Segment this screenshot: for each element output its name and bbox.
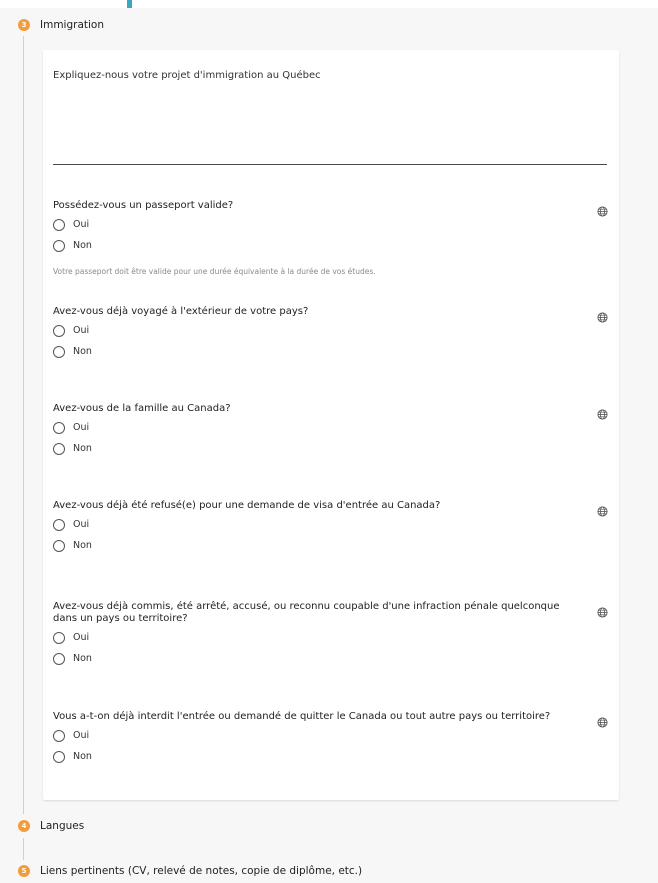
question-text: Vous a-t-on déjà interdit l'entrée ou de… <box>53 711 551 722</box>
radio-button[interactable] <box>53 239 65 252</box>
step-label: Liens pertinents (CV, relevé de notes, c… <box>40 865 363 877</box>
option-label: Oui <box>73 730 90 741</box>
radio-button[interactable] <box>53 218 65 231</box>
radio-button[interactable] <box>53 324 65 337</box>
option-yes[interactable]: Oui <box>53 515 608 534</box>
option-no[interactable]: Non <box>53 747 608 766</box>
step-immigration[interactable]: 3 Immigration <box>18 17 104 33</box>
question-text: Possédez-vous un passeport valide? <box>53 200 234 211</box>
question-text: Avez-vous déjà été refusé(e) pour une de… <box>53 500 441 511</box>
option-no[interactable]: Non <box>53 342 608 361</box>
option-label: Non <box>73 653 92 664</box>
radio-button[interactable] <box>53 518 65 531</box>
option-label: Non <box>73 240 92 251</box>
option-label: Oui <box>73 325 90 336</box>
question-travelled: Avez-vous déjà voyagé à l'extérieur de v… <box>53 306 608 361</box>
question-criminal-offence: Avez-vous déjà commis, été arrêté, accus… <box>53 601 608 668</box>
globe-icon[interactable] <box>597 713 608 728</box>
question-text: Avez-vous de la famille au Canada? <box>53 403 231 414</box>
active-tab-indicator <box>127 0 132 8</box>
step-liens-pertinents[interactable]: 5 Liens pertinents (CV, relevé de notes,… <box>18 863 362 879</box>
question-passport: Possédez-vous un passeport valide? Oui N… <box>53 200 608 276</box>
globe-icon[interactable] <box>597 308 608 323</box>
step-number-badge: 4 <box>18 820 30 832</box>
step-rail <box>23 36 24 814</box>
question-text: Avez-vous déjà commis, été arrêté, accus… <box>53 601 560 624</box>
immigration-section-card: Possédez-vous un passeport valide? Oui N… <box>43 50 619 800</box>
immigration-project-field[interactable] <box>53 62 607 165</box>
option-label: Non <box>73 751 92 762</box>
question-family: Avez-vous de la famille au Canada? Oui N… <box>53 403 608 458</box>
helper-text: Votre passeport doit être valide pour un… <box>53 267 376 276</box>
radio-button[interactable] <box>53 631 65 644</box>
step-number-badge: 5 <box>18 865 30 877</box>
option-yes[interactable]: Oui <box>53 321 608 340</box>
option-no[interactable]: Non <box>53 439 608 458</box>
question-text: Avez-vous déjà voyagé à l'extérieur de v… <box>53 306 309 317</box>
application-form: 3 Immigration Possédez-vous un passeport… <box>0 0 658 883</box>
option-label: Oui <box>73 519 90 530</box>
radio-button[interactable] <box>53 729 65 742</box>
option-no[interactable]: Non <box>53 649 608 668</box>
globe-icon[interactable] <box>597 405 608 420</box>
step-number-badge: 3 <box>18 19 30 31</box>
radio-button[interactable] <box>53 442 65 455</box>
option-label: Non <box>73 540 92 551</box>
question-entry-banned: Vous a-t-on déjà interdit l'entrée ou de… <box>53 711 608 766</box>
option-yes[interactable]: Oui <box>53 418 608 437</box>
step-rail <box>23 838 24 860</box>
radio-button[interactable] <box>53 539 65 552</box>
option-label: Non <box>73 346 92 357</box>
step-langues[interactable]: 4 Langues <box>18 818 84 834</box>
option-label: Oui <box>73 632 90 643</box>
globe-icon[interactable] <box>597 502 608 517</box>
option-label: Non <box>73 443 92 454</box>
step-label: Immigration <box>40 19 104 31</box>
globe-icon[interactable] <box>597 202 608 217</box>
option-no[interactable]: Non <box>53 236 608 255</box>
step-label: Langues <box>40 820 85 832</box>
top-strip <box>0 0 658 8</box>
radio-button[interactable] <box>53 750 65 763</box>
radio-button[interactable] <box>53 421 65 434</box>
radio-button[interactable] <box>53 345 65 358</box>
option-yes[interactable]: Oui <box>53 726 608 745</box>
option-yes[interactable]: Oui <box>53 628 608 647</box>
option-no[interactable]: Non <box>53 536 608 555</box>
option-yes[interactable]: Oui <box>53 215 608 234</box>
globe-icon[interactable] <box>597 603 608 618</box>
option-label: Oui <box>73 219 90 230</box>
question-visa-refused: Avez-vous déjà été refusé(e) pour une de… <box>53 500 608 555</box>
option-label: Oui <box>73 422 90 433</box>
radio-button[interactable] <box>53 652 65 665</box>
